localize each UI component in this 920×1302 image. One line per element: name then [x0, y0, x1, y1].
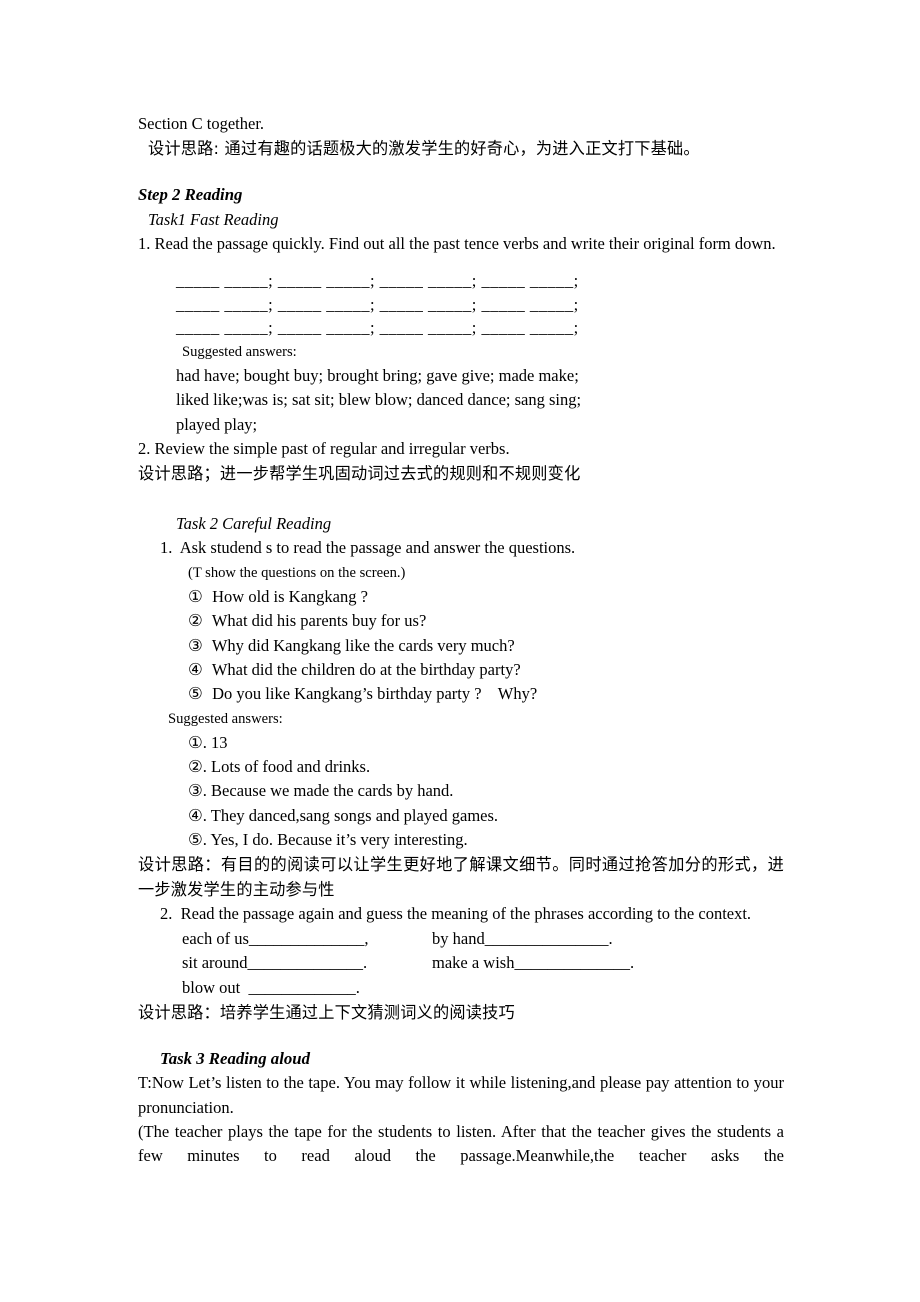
task2-answer-text: 13 [211, 732, 228, 752]
phrase-blank-left[interactable]: sit around______________. [182, 951, 432, 976]
task-3-heading: Task 3 Reading aloud [160, 1049, 310, 1069]
task1-suggested-answers-label: Suggested answers: [182, 343, 297, 360]
task2-suggested-answers-label: Suggested answers: [168, 710, 283, 727]
task2-answer-text: Yes, I do. Because it’s very interesting… [210, 830, 468, 850]
task2-question: ② What did his parents buy for us? [188, 609, 784, 633]
task2-question: ⑤ Do you like Kangkang’s birthday party … [188, 682, 784, 706]
task2-stage-direction: (T show the questions on the screen.) [188, 564, 406, 581]
task1-item-2-number: 2. [138, 438, 151, 458]
task2-question: ① How old is Kangkang ? [188, 585, 784, 609]
circled-number-4-icon: ④ [188, 659, 203, 679]
circled-number-3-icon: ③. [188, 781, 207, 801]
task1-answer-line: had have; bought buy; brought bring; gav… [176, 365, 579, 385]
task2-item-2-text: Read the passage again and guess the mea… [180, 904, 752, 924]
circled-number-1-icon: ①. [188, 732, 207, 752]
task2-question-text: How old is Kangkang ? [212, 587, 368, 607]
blank-row[interactable]: _____ _____; _____ _____; _____ _____; _… [176, 293, 784, 317]
step-2-heading: Step 2 Reading [138, 185, 243, 205]
task3-paragraph-1: T:Now Let’s listen to the tape. You may … [138, 1073, 789, 1117]
blank-row[interactable]: _____ _____; _____ _____; _____ _____; _… [176, 316, 784, 340]
task1-item-2: 2. Review the simple past of regular and… [138, 437, 784, 461]
circled-number-5-icon: ⑤ [188, 684, 203, 704]
task2-answer: ①. 13 [188, 731, 784, 755]
task2-answer: ②. Lots of food and drinks. [188, 755, 784, 779]
circled-number-2-icon: ②. [188, 757, 207, 777]
phrase-blank-right[interactable]: make a wish______________. [432, 953, 634, 972]
task1-item-1-text: Read the passage quickly. Find out all t… [154, 233, 776, 253]
circled-number-5-icon: ⑤. [188, 830, 207, 850]
task1-answer-line: played play; [176, 414, 258, 434]
task2-design-note: 设计思路：有目的的阅读可以让学生更好地了解课文细节。同时通过抢答加分的形式，进一… [138, 855, 784, 900]
circled-number-3-icon: ③ [188, 635, 203, 655]
phrase-blank-left[interactable]: each of us______________, [182, 927, 432, 952]
task1-item-1-number: 1. [138, 233, 151, 253]
task2-answer: ④. They danced,sang songs and played gam… [188, 804, 784, 828]
task2-question-text: Why did Kangkang like the cards very muc… [211, 635, 515, 655]
phrase-blank-right[interactable]: by hand_______________. [432, 929, 613, 948]
task2-answer: ⑤. Yes, I do. Because it’s very interest… [188, 828, 784, 852]
task2-question: ③ Why did Kangkang like the cards very m… [188, 634, 784, 658]
task2-item-2-number: 2. [160, 904, 173, 924]
task2-item-1-number: 1. [160, 538, 173, 558]
phrase-blank-left[interactable]: blow out _____________. [182, 976, 432, 1001]
task2-answer-text: Lots of food and drinks. [211, 757, 371, 777]
task1-item-2-text: Review the simple past of regular and ir… [154, 438, 510, 458]
circled-number-1-icon: ① [188, 587, 203, 607]
phrase-row: each of us______________, by hand________… [182, 927, 784, 952]
task2-question-text: What did his parents buy for us? [211, 611, 427, 631]
phrase-row: blow out _____________. [182, 976, 784, 1001]
task2-answer-text: Because we made the cards by hand. [211, 781, 454, 801]
design-note-1: 设计思路: 通过有趣的话题极大的激发学生的好奇心，为进入正文打下基础。 [148, 139, 700, 159]
task2-answer-text: They danced,sang songs and played games. [210, 805, 499, 825]
task3-paragraph-2: (The teacher plays the tape for the stud… [138, 1122, 789, 1166]
task2-question-text: What did the children do at the birthday… [211, 659, 521, 679]
task2-item-2: 2. Read the passage again and guess the … [160, 902, 784, 926]
task2-item-1: 1. Ask studend s to read the passage and… [160, 536, 784, 560]
document-page: Section C together. 设计思路: 通过有趣的话题极大的激发学生… [138, 112, 784, 1169]
task1-design-note: 设计思路；进一步帮学生巩固动词过去式的规则和不规则变化 [138, 464, 581, 484]
task2-question-text: Do you like Kangkang’s birthday party ? … [212, 684, 538, 704]
task2-design-note-2: 设计思路：培养学生通过上下文猜测词义的阅读技巧 [138, 1003, 515, 1023]
task-2-heading: Task 2 Careful Reading [176, 514, 332, 534]
task2-answer: ③. Because we made the cards by hand. [188, 779, 784, 803]
task1-answer-line: liked like;was is; sat sit; blew blow; d… [176, 390, 582, 410]
section-c-line: Section C together. [138, 114, 265, 133]
phrase-row: sit around______________. make a wish____… [182, 951, 784, 976]
circled-number-2-icon: ② [188, 611, 203, 631]
task2-question: ④ What did the children do at the birthd… [188, 658, 784, 682]
blank-row[interactable]: _____ _____; _____ _____; _____ _____; _… [176, 269, 784, 293]
task2-item-1-text: Ask studend s to read the passage and an… [179, 538, 576, 558]
task1-item-1: 1. Read the passage quickly. Find out al… [138, 232, 784, 256]
task-1-heading: Task1 Fast Reading [148, 209, 279, 229]
circled-number-4-icon: ④. [188, 805, 207, 825]
